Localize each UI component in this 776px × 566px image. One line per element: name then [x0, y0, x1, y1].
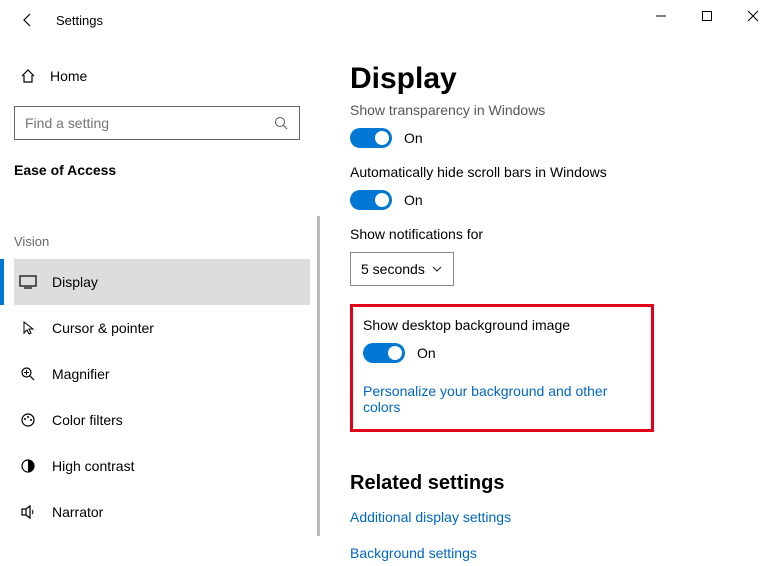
category-title: Ease of Access [14, 162, 310, 178]
minimize-button[interactable] [638, 0, 684, 32]
magnifier-icon [16, 366, 40, 382]
sidebar-item-magnifier[interactable]: Magnifier [14, 351, 310, 397]
toggle-state: On [417, 345, 436, 361]
home-nav[interactable]: Home [14, 56, 310, 96]
setting-label-desktop-bg: Show desktop background image [363, 317, 641, 333]
search-box[interactable] [14, 106, 300, 140]
sidebar-item-display[interactable]: Display [14, 259, 310, 305]
toggle-transparency[interactable] [350, 128, 392, 148]
personalize-link[interactable]: Personalize your background and other co… [363, 383, 641, 415]
search-input[interactable] [25, 115, 273, 131]
narrator-icon [16, 504, 40, 520]
cursor-icon [16, 320, 40, 336]
highlighted-section: Show desktop background image On Persona… [350, 304, 654, 432]
setting-label-scrollbars: Automatically hide scroll bars in Window… [350, 164, 746, 180]
sidebar-item-label: Color filters [52, 412, 123, 428]
sidebar-item-narrator[interactable]: Narrator [14, 489, 310, 535]
select-value: 5 seconds [361, 261, 425, 277]
sidebar-item-cursor[interactable]: Cursor & pointer [14, 305, 310, 351]
sidebar-item-label: Narrator [52, 504, 103, 520]
home-icon [16, 68, 40, 84]
maximize-button[interactable] [684, 0, 730, 32]
chevron-down-icon [431, 263, 443, 275]
sidebar: Home Ease of Access Vision Display Curso… [0, 40, 320, 566]
titlebar: Settings [0, 0, 776, 40]
back-button[interactable] [14, 6, 42, 34]
sidebar-item-label: Magnifier [52, 366, 110, 382]
search-icon [273, 115, 289, 131]
sidebar-item-label: Display [52, 274, 98, 290]
related-heading: Related settings [350, 472, 746, 495]
sidebar-item-color-filters[interactable]: Color filters [14, 397, 310, 443]
sidebar-item-high-contrast[interactable]: High contrast [14, 443, 310, 489]
link-background-settings[interactable]: Background settings [350, 545, 746, 561]
link-additional-display[interactable]: Additional display settings [350, 509, 746, 525]
toggle-state: On [404, 192, 423, 208]
toggle-scrollbars[interactable] [350, 190, 392, 210]
main-content: Display Show transparency in Windows On … [320, 40, 776, 566]
high-contrast-icon [16, 458, 40, 474]
setting-label-notifications: Show notifications for [350, 226, 746, 242]
page-title: Display [350, 62, 746, 96]
home-label: Home [50, 68, 87, 84]
close-button[interactable] [730, 0, 776, 32]
toggle-state: On [404, 130, 423, 146]
setting-label-transparency: Show transparency in Windows [350, 102, 746, 118]
sidebar-item-label: High contrast [52, 458, 134, 474]
window-controls [638, 0, 776, 32]
window-title: Settings [56, 13, 103, 28]
sidebar-item-label: Cursor & pointer [52, 320, 154, 336]
notifications-select[interactable]: 5 seconds [350, 252, 454, 286]
section-label: Vision [14, 234, 310, 249]
color-filters-icon [16, 412, 40, 428]
toggle-desktop-bg[interactable] [363, 343, 405, 363]
monitor-icon [16, 274, 40, 290]
